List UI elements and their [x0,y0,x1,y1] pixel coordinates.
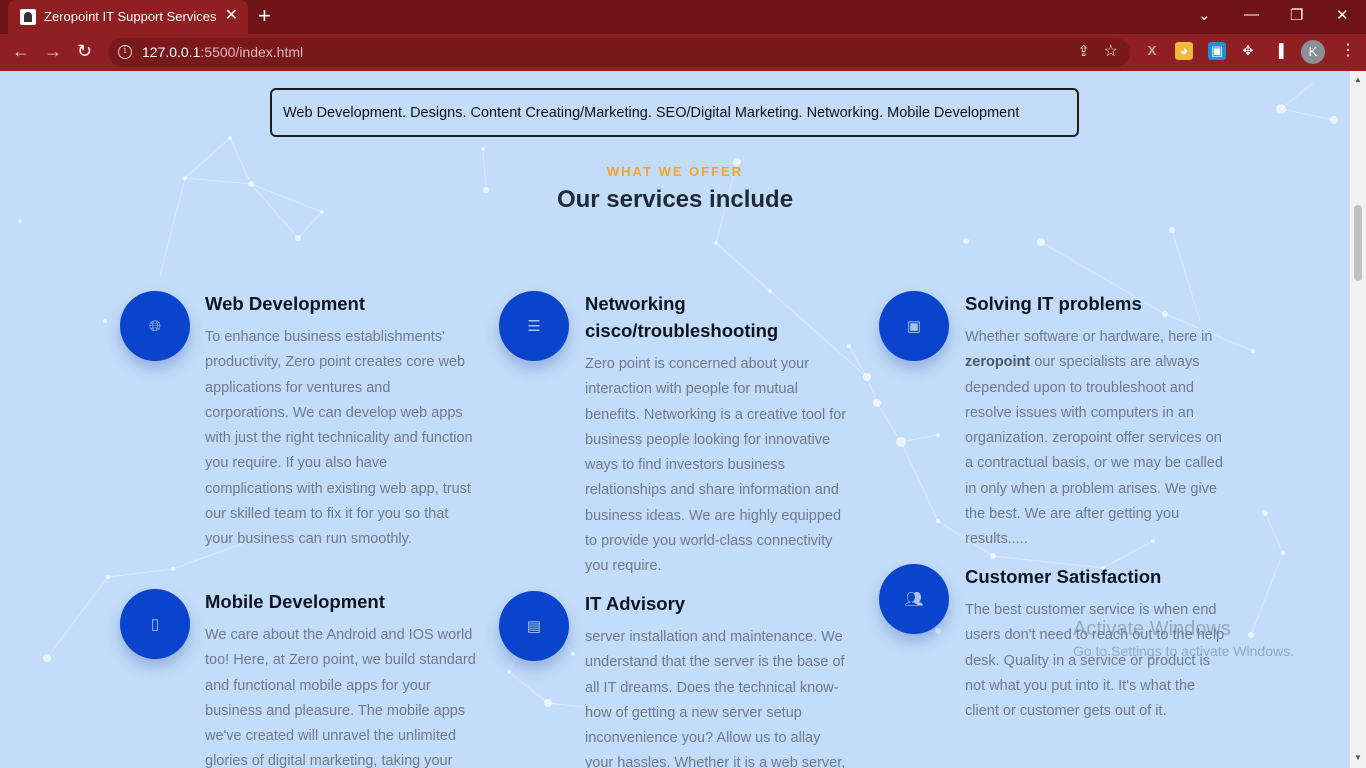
service-icon-circle: ▤ [499,591,569,661]
tab-search-icon[interactable]: ⌄ [1198,6,1211,24]
activate-windows-title: Activate Windows [1073,618,1231,640]
section-eyebrow: WHAT WE OFFER [606,164,744,179]
restore-icon[interactable]: ❐ [1290,6,1303,24]
share-icon[interactable]: ⇪ [1077,42,1090,60]
service-icon-circle: ▯ [120,589,190,659]
service-icon-circle: ☰ [499,291,569,361]
page-viewport: Web Development. Designs. Content Creati… [0,71,1350,768]
service-title: Solving IT problems [965,293,1142,314]
description-text: Whether software or hardware, here in [965,329,1213,345]
tab-title: Zeropoint IT Support Services [44,9,217,24]
forward-icon[interactable]: → [44,41,62,62]
service-title: Customer Satisfaction [965,566,1162,587]
server-icon: ☰ [527,318,541,335]
back-icon[interactable]: ← [12,41,30,62]
info-icon[interactable]: i [118,45,132,59]
chip-icon: ▣ [906,318,922,335]
extension-x-icon[interactable]: X [1143,42,1161,60]
close-window-icon[interactable]: ✕ [1336,6,1349,24]
tab-close-icon[interactable]: ✕ [225,6,238,26]
scrollbar-thumb[interactable] [1354,205,1362,281]
section-heading: Our services include [556,186,794,213]
sidebar-icon[interactable]: ▐ [1270,42,1288,60]
extension-color-icon[interactable]: ◕ [1175,42,1193,60]
address-bar[interactable]: i 127.0.0.1:5500/index.html ⇪ ☆ [108,38,1130,67]
activate-windows-subtitle: Go to Settings to activate Windows. [1073,643,1294,659]
service-icon-circle: ▣ [879,291,949,361]
service-description: We care about the Android and IOS world … [205,627,476,768]
service-title: Mobile Development [205,591,385,612]
browser-tab[interactable]: Zeropoint IT Support Services ✕ [8,0,248,34]
service-icon-circle: 👥︎ [879,564,949,634]
minimize-icon[interactable]: — [1244,6,1259,23]
service-description: Whether software or hardware, here in ze… [965,325,1231,553]
tab-strip: Zeropoint IT Support Services ✕ + ⌄ — ❐ … [0,0,1366,34]
service-description: The best customer service is when end us… [965,602,1225,720]
globe-icon: 🌐︎ [148,317,161,335]
brand-name: zeropoint [965,354,1031,371]
users-icon: 👥︎ [904,591,924,608]
service-icon-circle: 🌐︎ [120,291,190,361]
page-scrollbar[interactable]: ▲ ▼ [1350,71,1366,768]
services-tagline-box: Web Development. Designs. Content Creati… [270,88,1079,137]
site-favicon-icon [20,9,36,25]
url-path: :5500/index.html [200,44,304,60]
description-text: our specialists are always depended upon… [965,354,1223,548]
extensions-icon[interactable]: ✥ [1239,42,1257,60]
service-description: server installation and maintenance. We … [585,629,846,768]
mobile-icon: ▯ [150,616,160,633]
notebook-icon: ▤ [526,618,542,635]
service-title: IT Advisory [585,593,686,614]
service-title: Networking cisco/troubleshooting [585,293,779,341]
star-icon[interactable]: ☆ [1104,41,1118,61]
scroll-up-icon[interactable]: ▲ [1354,75,1362,84]
url-host: 127.0.0.1 [142,44,201,60]
menu-icon[interactable]: ⋮ [1340,40,1356,60]
service-title: Web Development [205,293,366,314]
new-tab-button[interactable]: + [258,4,271,28]
scroll-down-icon[interactable]: ▼ [1354,753,1362,762]
service-description: Zero point is concerned about your inter… [585,356,847,575]
extension-screenshot-icon[interactable]: ▣ [1208,42,1226,60]
reload-icon[interactable]: ↻ [77,41,92,62]
profile-avatar[interactable]: K [1301,40,1325,64]
browser-toolbar: ← → ↻ i 127.0.0.1:5500/index.html ⇪ ☆ X … [0,34,1366,71]
service-description: To enhance business establishments' prod… [205,329,473,548]
url-text[interactable]: 127.0.0.1:5500/index.html [142,44,303,60]
